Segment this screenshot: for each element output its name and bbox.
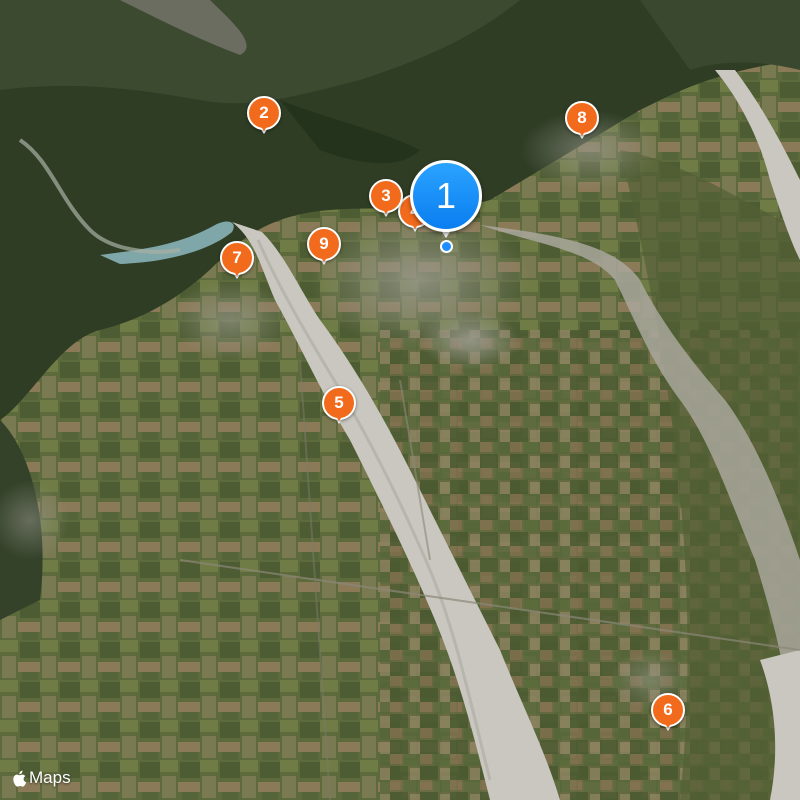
marker-pointer-inner: [335, 415, 343, 421]
marker-pointer-inner: [664, 722, 672, 728]
marker-pointer-inner: [578, 130, 586, 136]
map-view[interactable]: 2 8 4 3 9 7 5 6: [0, 0, 800, 800]
attribution-text: Maps: [29, 768, 71, 787]
map-marker-5[interactable]: 5: [322, 386, 356, 428]
map-marker-7[interactable]: 7: [220, 241, 254, 283]
satellite-terrain: [0, 0, 800, 800]
map-marker-6[interactable]: 6: [651, 693, 685, 735]
marker-pointer-inner: [382, 208, 390, 214]
map-marker-8[interactable]: 8: [565, 101, 599, 143]
marker-label: 1: [410, 160, 482, 232]
marker-pointer-inner: [320, 256, 328, 262]
map-marker-1-selected[interactable]: 1: [410, 160, 482, 253]
maps-attribution: Maps: [12, 768, 71, 788]
map-marker-2[interactable]: 2: [247, 96, 281, 138]
map-marker-9[interactable]: 9: [307, 227, 341, 269]
marker-pointer-inner: [233, 270, 241, 276]
apple-logo-icon: [13, 770, 26, 787]
marker-location-dot: [440, 240, 453, 253]
marker-pointer-inner: [260, 125, 268, 131]
map-marker-3[interactable]: 3: [369, 179, 403, 221]
